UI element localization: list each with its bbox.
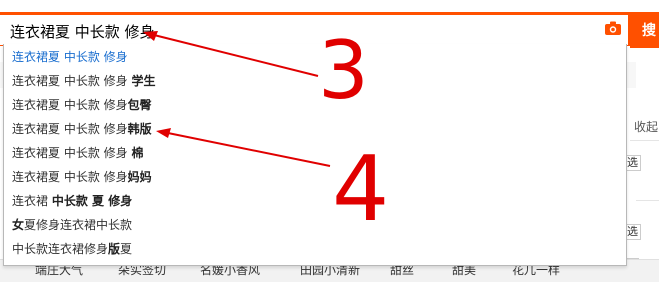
suggestion-text: 夏修身连衣裙中长款 <box>24 218 133 232</box>
suggestion-highlight: 学生 <box>131 74 156 88</box>
suggestion-item[interactable]: 连衣裙夏 中长款 修身韩版 <box>4 117 626 141</box>
camera-icon[interactable] <box>604 20 622 36</box>
suggestion-item[interactable]: 女夏修身连衣裙中长款 <box>4 213 626 237</box>
suggestion-item[interactable]: 连衣裙 中长款 夏 修身 <box>4 189 626 213</box>
suggestion-item[interactable]: 中长款连衣裙修身版夏 <box>4 237 626 261</box>
suggestion-text: 连衣裙 <box>12 194 49 208</box>
suggestion-item[interactable]: 连衣裙夏 中长款 修身 <box>4 45 626 69</box>
search-button[interactable]: 搜 <box>630 12 659 48</box>
search-input[interactable] <box>10 21 570 41</box>
suggestion-text: 连衣裙夏 中长款 修身 <box>12 146 128 160</box>
suggestion-highlight: 中长款 夏 修身 <box>51 194 133 208</box>
collapse-link[interactable]: 收起 <box>634 118 658 135</box>
suggestion-highlight: 包臀 <box>127 98 152 112</box>
suggestion-item[interactable]: 连衣裙夏 中长款 修身 棉 <box>4 141 626 165</box>
suggestion-highlight: 妈妈 <box>127 170 152 184</box>
suggestion-item[interactable]: 连衣裙夏 中长款 修身妈妈 <box>4 165 626 189</box>
search-suggestion-list: 连衣裙夏 中长款 修身 连衣裙夏 中长款 修身 学生 连衣裙夏 中长款 修身包臀… <box>3 44 627 266</box>
divider <box>636 200 659 201</box>
suggestion-highlight: 版 <box>108 242 121 256</box>
divider <box>630 140 659 141</box>
suggestion-highlight: 女 <box>12 218 25 232</box>
suggestion-text: 连衣裙夏 中长款 修身 <box>12 50 128 64</box>
suggestion-text: 连衣裙夏 中长款 修身 <box>12 122 128 136</box>
suggestion-text: 连衣裙夏 中长款 修身 <box>12 170 128 184</box>
suggestion-item[interactable]: 连衣裙夏 中长款 修身 学生 <box>4 69 626 93</box>
suggestion-text: 连衣裙夏 中长款 修身 <box>12 74 128 88</box>
suggestion-highlight: 棉 <box>131 146 144 160</box>
suggestion-text: 夏 <box>120 242 133 256</box>
suggestion-text: 连衣裙夏 中长款 修身 <box>12 98 128 112</box>
search-bar <box>0 15 630 46</box>
suggestion-item[interactable]: 连衣裙夏 中长款 修身包臀 <box>4 93 626 117</box>
suggestion-text: 中长款连衣裙修身 <box>12 242 109 256</box>
suggestion-highlight: 韩版 <box>127 122 152 136</box>
